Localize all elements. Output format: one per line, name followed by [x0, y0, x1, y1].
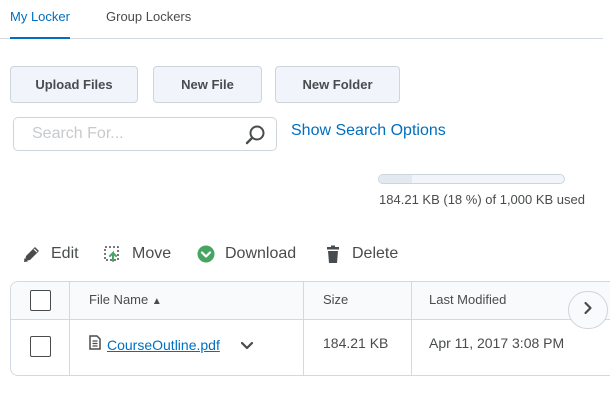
storage-usage-text: 184.21 KB (18 %) of 1,000 KB used: [379, 192, 585, 207]
trash-icon: [323, 244, 343, 264]
move-icon: [103, 244, 123, 264]
move-action[interactable]: Move: [103, 243, 171, 265]
locker-tabs: My Locker Group Lockers: [0, 0, 603, 39]
new-file-button[interactable]: New File: [153, 66, 262, 103]
column-divider: [69, 282, 70, 375]
column-divider: [411, 282, 412, 375]
delete-action[interactable]: Delete: [323, 243, 398, 265]
file-name: CourseOutline.pdf: [107, 337, 220, 353]
scroll-right-button[interactable]: [568, 291, 608, 329]
delete-label: Delete: [352, 245, 399, 262]
storage-usage-fill: [379, 175, 413, 183]
document-icon: [89, 335, 101, 355]
download-icon: [196, 244, 216, 264]
pencil-icon: [22, 244, 42, 264]
upload-files-button[interactable]: Upload Files: [10, 66, 138, 103]
file-link[interactable]: CourseOutline.pdf: [89, 335, 220, 355]
new-folder-button[interactable]: New Folder: [275, 66, 400, 103]
download-action[interactable]: Download: [196, 243, 296, 265]
tab-group-lockers[interactable]: Group Lockers: [106, 9, 191, 24]
search-box: [13, 117, 277, 151]
file-last-modified: Apr 11, 2017 3:08 PM: [429, 335, 565, 351]
search-icon[interactable]: [244, 124, 266, 146]
show-search-options-link[interactable]: Show Search Options: [291, 122, 446, 140]
edit-action[interactable]: Edit: [22, 243, 79, 265]
chevron-right-icon: [583, 301, 593, 320]
column-header-last-modified[interactable]: Last Modified: [429, 292, 506, 307]
search-input[interactable]: [14, 118, 234, 150]
column-header-size[interactable]: Size: [323, 292, 348, 307]
select-all-checkbox[interactable]: [30, 290, 51, 311]
edit-label: Edit: [51, 245, 79, 262]
download-label: Download: [225, 245, 297, 262]
files-table: File Name ▲ Size Last Modified CourseOut…: [10, 281, 610, 376]
column-header-file-name[interactable]: File Name ▲: [89, 292, 162, 307]
file-size: 184.21 KB: [323, 335, 389, 351]
sort-ascending-icon: ▲: [151, 296, 162, 307]
storage-usage-bar: [378, 174, 565, 184]
tab-my-locker[interactable]: My Locker: [10, 9, 70, 39]
row-checkbox[interactable]: [30, 336, 51, 357]
column-divider: [303, 282, 304, 375]
move-label: Move: [132, 245, 172, 262]
chevron-down-icon[interactable]: [240, 338, 254, 350]
